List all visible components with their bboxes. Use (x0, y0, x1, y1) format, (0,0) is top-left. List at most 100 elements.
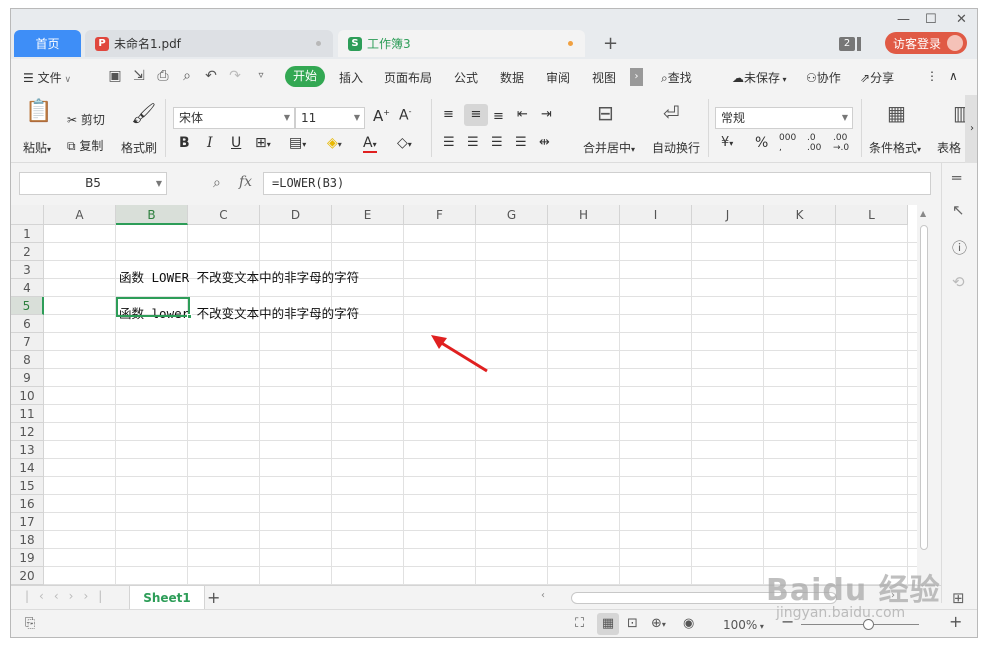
row-header-9[interactable]: 9 (11, 369, 44, 387)
merge-cells-icon[interactable]: ⊟ (597, 101, 614, 125)
scroll-up-icon[interactable]: ▲ (920, 209, 926, 218)
align-right-icon[interactable]: ☰ (491, 135, 503, 150)
column-header-A[interactable]: A (44, 205, 116, 225)
eye-protect-icon[interactable]: ◉ (683, 616, 694, 631)
file-menu[interactable]: ☰ 文件 ∨ (23, 69, 71, 86)
vertical-scroll-thumb[interactable] (920, 225, 928, 550)
column-header-F[interactable]: F (404, 205, 476, 225)
column-header-B[interactable]: B (116, 205, 188, 225)
row-header-12[interactable]: 12 (11, 423, 44, 441)
column-header-I[interactable]: I (620, 205, 692, 225)
underline-button[interactable]: U (231, 135, 241, 151)
column-header-L[interactable]: L (836, 205, 908, 225)
print-preview-icon[interactable]: ⌕ (179, 68, 195, 84)
column-header-G[interactable]: G (476, 205, 548, 225)
tab-pdf[interactable]: P 未命名1.pdf (85, 30, 333, 57)
paste-button[interactable]: 粘贴▾ (23, 139, 51, 156)
align-bottom-icon[interactable]: ≡ (493, 109, 504, 124)
window-count-badge[interactable]: 2 (839, 37, 855, 51)
tab-start[interactable]: 开始 (285, 66, 325, 87)
align-middle-icon[interactable]: ≡ (464, 104, 488, 126)
name-box[interactable]: B5 ▼ (19, 172, 167, 195)
row-header-3[interactable]: 3 (11, 261, 44, 279)
customize-arrow-icon[interactable]: ▿ (253, 68, 269, 84)
tab-close-dot[interactable] (316, 41, 321, 46)
formula-input[interactable]: =LOWER(B3) (263, 172, 931, 195)
table-style-button[interactable]: 表格 (937, 139, 961, 156)
cursor-icon[interactable]: ↖ (952, 201, 965, 219)
row-header-1[interactable]: 1 (11, 225, 44, 243)
cut-button[interactable]: ✂ 剪切 (67, 111, 105, 128)
bold-button[interactable]: B (179, 135, 190, 151)
row-header-8[interactable]: 8 (11, 351, 44, 369)
decrease-decimal-icon[interactable]: .00 →.0 (833, 133, 849, 153)
fullscreen-icon[interactable]: ⛶ (575, 616, 584, 631)
column-header-D[interactable]: D (260, 205, 332, 225)
spreadsheet-grid[interactable]: ABCDEFGHIJKL 1 2 3 4 5 6 7 8 9 10 11 12 13 14 15 16 17 18… (11, 205, 917, 585)
column-header-H[interactable]: H (548, 205, 620, 225)
row-header-7[interactable]: 7 (11, 333, 44, 351)
tab-insert[interactable]: 插入 (339, 69, 363, 86)
help-icon[interactable]: ⓘ (952, 237, 967, 258)
row-header-16[interactable]: 16 (11, 495, 44, 513)
justify-icon[interactable]: ☰ (515, 135, 527, 150)
zoom-level[interactable]: 100% ▾ (723, 618, 764, 632)
fill-handle[interactable] (187, 314, 192, 319)
align-left-icon[interactable]: ☰ (443, 135, 455, 150)
merge-center-button[interactable]: 合并居中▾ (583, 139, 635, 156)
ribbon-scroll-right[interactable]: › (965, 95, 977, 163)
format-painter-button[interactable]: 格式刷 (121, 139, 157, 156)
sidebar-collapse-icon[interactable]: ═ (952, 169, 961, 187)
share-button[interactable]: ⇗分享 (860, 69, 894, 86)
normal-view-icon[interactable]: ▦ (597, 613, 619, 635)
distribute-icon[interactable]: ⇹ (539, 135, 550, 150)
row-header-11[interactable]: 11 (11, 405, 44, 423)
outdent-icon[interactable]: ⇤ (517, 107, 528, 122)
number-format-select[interactable]: 常规 ▼ (715, 107, 853, 129)
column-header-K[interactable]: K (764, 205, 836, 225)
copy-button[interactable]: ⧉ 复制 (67, 137, 103, 154)
unsaved-button[interactable]: ☁未保存 ▾ (732, 69, 787, 86)
paste-icon[interactable]: 📋 (25, 99, 52, 124)
save-icon[interactable]: ▣ (107, 68, 123, 84)
increase-font-icon[interactable]: A+ (373, 107, 390, 125)
search-button[interactable]: ⌕查找 (661, 69, 692, 86)
scroll-left-icon[interactable]: ‹ (541, 590, 545, 601)
redo-icon[interactable]: ↷ (227, 68, 243, 84)
conditional-format-button[interactable]: 条件格式▾ (869, 139, 921, 156)
row-header-19[interactable]: 19 (11, 549, 44, 567)
thousands-icon[interactable]: 000, (779, 133, 796, 153)
increase-decimal-icon[interactable]: .0.00 (807, 133, 821, 153)
column-header-C[interactable]: C (188, 205, 260, 225)
maximize-button[interactable]: ☐ (925, 12, 937, 27)
close-button[interactable]: ✕ (956, 12, 967, 27)
more-tabs-button[interactable]: › (630, 68, 643, 86)
row-header-10[interactable]: 10 (11, 387, 44, 405)
tab-page-layout[interactable]: 页面布局 (384, 69, 432, 86)
conditional-format-icon[interactable]: ▦ (887, 101, 906, 125)
zoom-formula-icon[interactable]: ⌕ (213, 175, 221, 191)
row-header-13[interactable]: 13 (11, 441, 44, 459)
select-all-corner[interactable] (11, 205, 44, 225)
align-center-icon[interactable]: ☰ (467, 135, 479, 150)
align-top-icon[interactable]: ≡ (443, 107, 454, 122)
vertical-scrollbar[interactable]: ▲ (917, 205, 931, 585)
tab-data[interactable]: 数据 (500, 69, 524, 86)
row-header-14[interactable]: 14 (11, 459, 44, 477)
row-header-18[interactable]: 18 (11, 531, 44, 549)
row-header-5[interactable]: 5 (11, 297, 44, 315)
zoom-slider[interactable] (801, 624, 919, 625)
window-list-icon[interactable] (857, 37, 861, 51)
tab-home[interactable]: 首页 (14, 30, 81, 57)
percent-icon[interactable]: % (755, 135, 768, 151)
clear-icon[interactable]: ◇▾ (397, 135, 412, 151)
collab-button[interactable]: ⚇协作 (806, 69, 841, 86)
row-header-6[interactable]: 6 (11, 315, 44, 333)
add-sheet-button[interactable]: + (207, 588, 220, 607)
apps-grid-icon[interactable]: ⊞ (952, 589, 965, 607)
font-family-select[interactable]: 宋体 ▼ (173, 107, 295, 129)
tab-workbook[interactable]: S 工作簿3 (338, 30, 585, 57)
wrap-text-icon[interactable]: ⏎ (663, 101, 680, 125)
column-header-E[interactable]: E (332, 205, 404, 225)
row-header-20[interactable]: 20 (11, 567, 44, 585)
